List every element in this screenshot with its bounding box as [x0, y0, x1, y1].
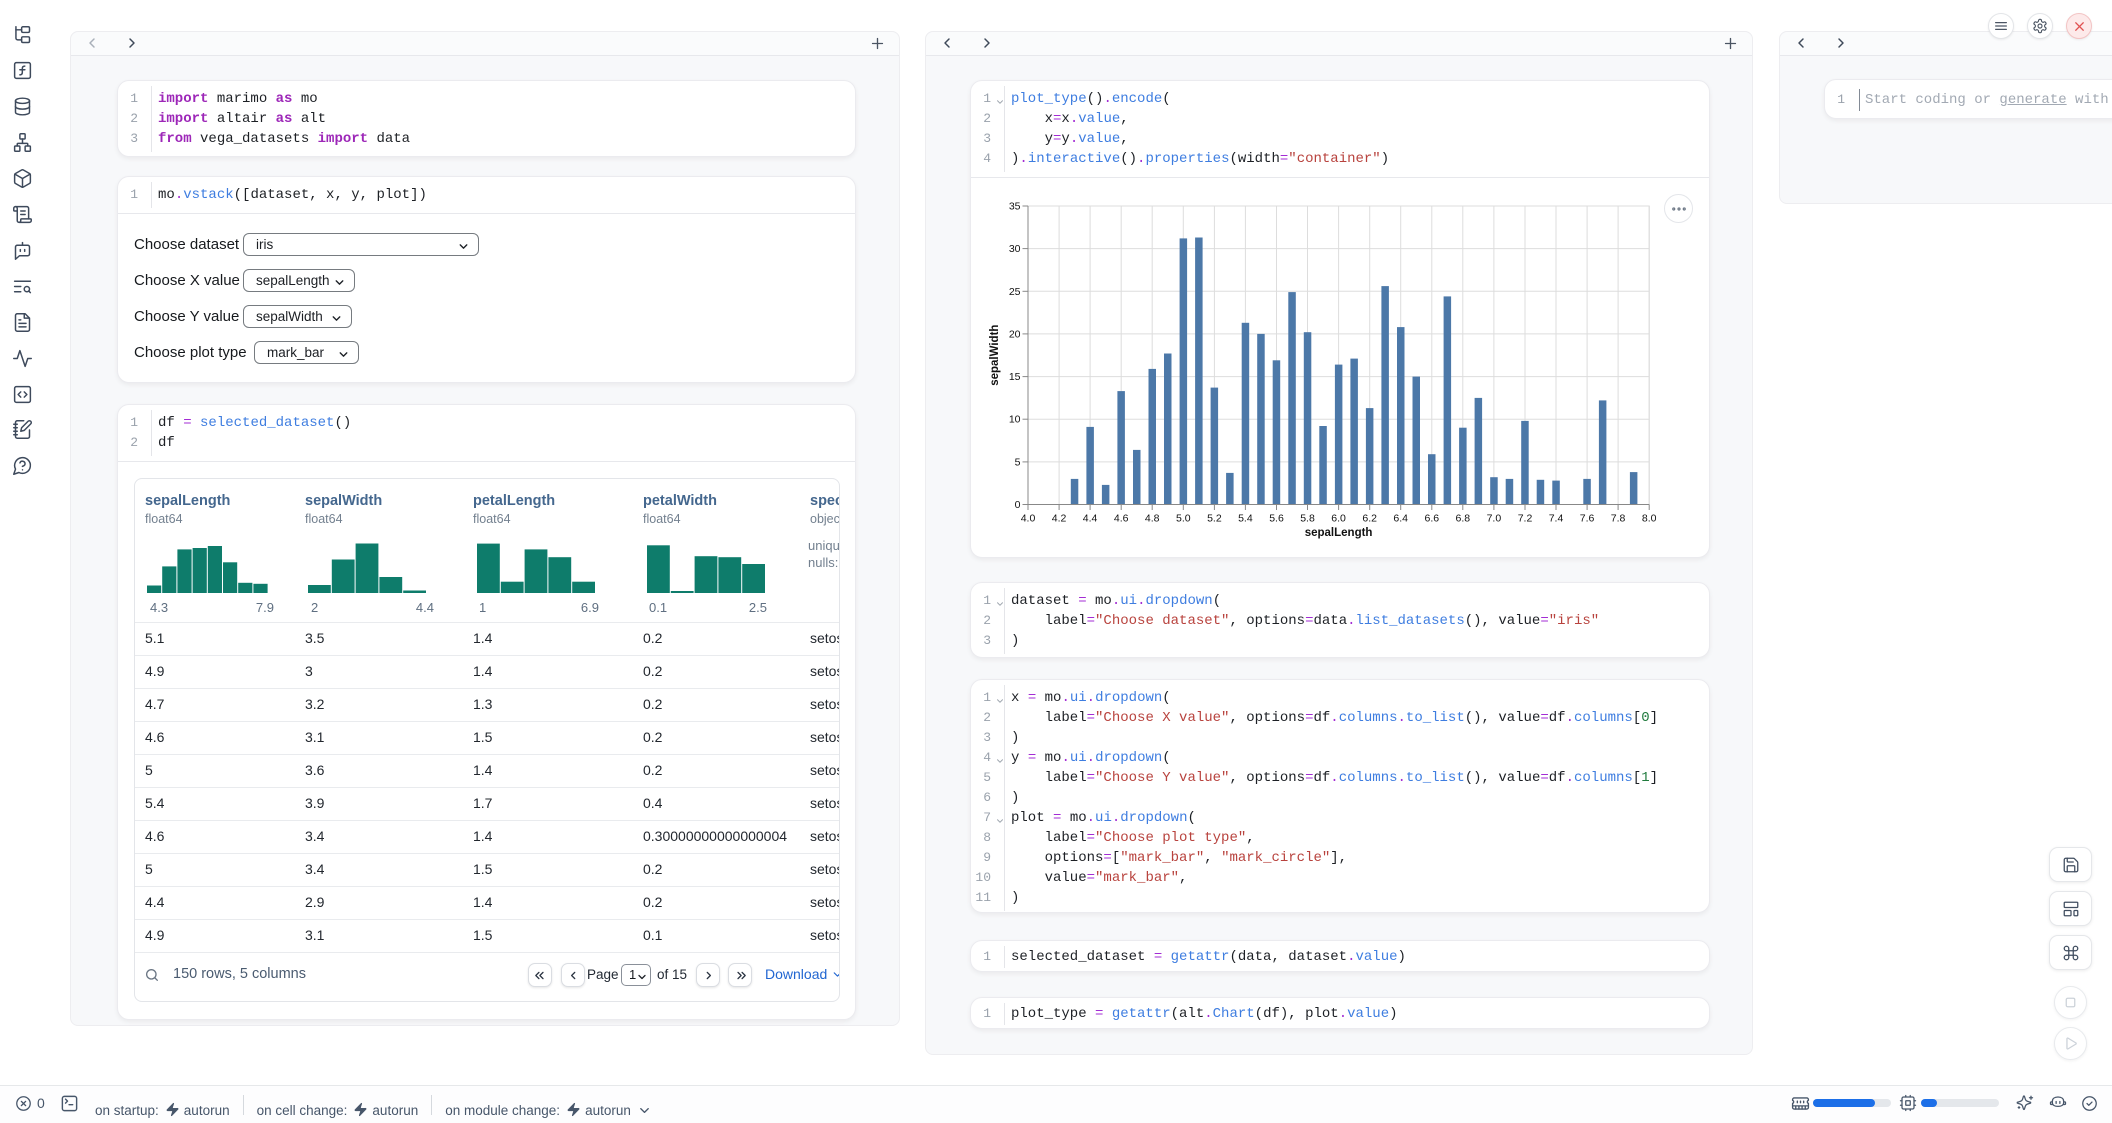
svg-text:4.8: 4.8: [1145, 513, 1160, 525]
svg-text:25: 25: [1009, 286, 1021, 298]
svg-text:6.4: 6.4: [1393, 513, 1408, 525]
svg-text:5.2: 5.2: [1207, 513, 1222, 525]
svg-text:4.4: 4.4: [1083, 513, 1098, 525]
svg-text:15: 15: [1009, 371, 1021, 383]
svg-text:4.2: 4.2: [1052, 513, 1067, 525]
svg-text:5: 5: [1015, 456, 1021, 468]
svg-text:6.0: 6.0: [1331, 513, 1346, 525]
svg-text:0: 0: [1015, 499, 1021, 511]
svg-text:5.8: 5.8: [1300, 513, 1315, 525]
svg-text:6.8: 6.8: [1455, 513, 1470, 525]
svg-text:5.6: 5.6: [1269, 513, 1284, 525]
svg-text:sepalLength: sepalLength: [1305, 527, 1373, 539]
svg-text:10: 10: [1009, 414, 1021, 426]
svg-text:6.2: 6.2: [1362, 513, 1377, 525]
svg-text:35: 35: [1009, 201, 1021, 213]
svg-text:7.0: 7.0: [1487, 513, 1502, 525]
svg-text:7.4: 7.4: [1549, 513, 1564, 525]
svg-text:7.8: 7.8: [1611, 513, 1626, 525]
svg-text:5.4: 5.4: [1238, 513, 1253, 525]
svg-text:6.6: 6.6: [1424, 513, 1439, 525]
svg-text:4.0: 4.0: [1021, 513, 1036, 525]
svg-text:5.0: 5.0: [1176, 513, 1191, 525]
svg-text:30: 30: [1009, 243, 1021, 255]
svg-text:4.6: 4.6: [1114, 513, 1129, 525]
svg-text:sepalWidth: sepalWidth: [989, 325, 1001, 386]
svg-text:7.2: 7.2: [1518, 513, 1533, 525]
svg-text:20: 20: [1009, 328, 1021, 340]
svg-text:8.0: 8.0: [1642, 513, 1657, 525]
svg-text:7.6: 7.6: [1580, 513, 1595, 525]
